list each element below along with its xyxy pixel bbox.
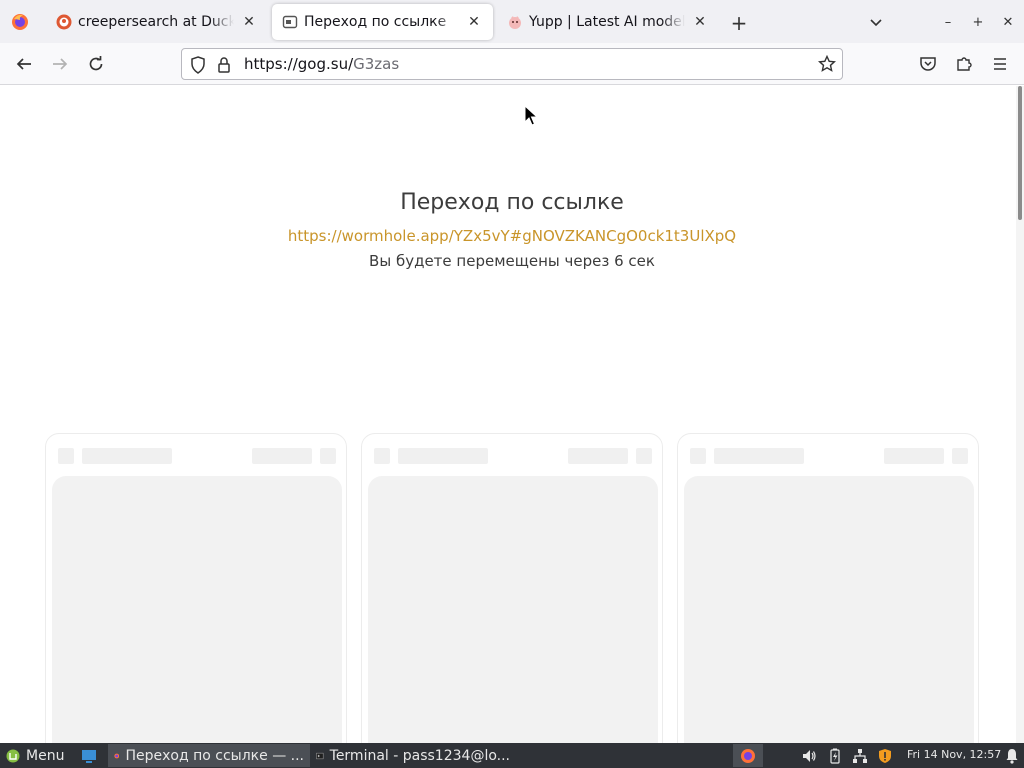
- plus-icon: +: [730, 11, 748, 35]
- lock-icon[interactable]: [217, 56, 231, 74]
- chevron-down-icon: [870, 19, 882, 27]
- skeleton-block: [320, 448, 336, 464]
- url-text[interactable]: https://gog.su/G3zas: [244, 55, 399, 73]
- skeleton-block: [636, 448, 652, 464]
- tracking-protection-icon[interactable]: [190, 56, 206, 74]
- skeleton-card: [361, 433, 663, 743]
- yupp-icon: [509, 16, 521, 29]
- bell-icon: [1006, 749, 1018, 764]
- tab-redirect[interactable]: Переход по ссылке ✕: [272, 4, 493, 40]
- url-host: https://gog.su/: [244, 55, 354, 73]
- redirect-link[interactable]: https://wormhole.app/YZx5vY#gNOVZKANCgO0…: [0, 227, 1016, 245]
- show-desktop-button[interactable]: [80, 747, 98, 765]
- page-icon: [282, 15, 298, 29]
- speaker-icon: [803, 750, 816, 762]
- taskbar-window-firefox[interactable]: Переход по ссылке — ...: [108, 744, 310, 767]
- maximize-icon: +: [972, 14, 984, 30]
- hamburger-menu-icon: [994, 58, 1006, 70]
- skeleton-block: [690, 448, 706, 464]
- firefox-icon: [12, 14, 28, 30]
- back-arrow-icon: [16, 58, 31, 70]
- start-menu-button[interactable]: Menu: [2, 745, 68, 766]
- skeleton-card: [677, 433, 979, 743]
- puzzle-icon: [957, 57, 972, 71]
- notifications-button[interactable]: [1003, 747, 1021, 765]
- page-title: Переход по ссылке: [400, 190, 624, 215]
- reload-icon: [89, 56, 103, 71]
- tab-title: creepersearch at DuckD: [78, 14, 234, 30]
- tab-title: Yupp | Latest AI models: [529, 14, 685, 30]
- tab-title: Переход по ссылке: [304, 14, 447, 30]
- address-bar[interactable]: https://gog.su/G3zas: [181, 48, 843, 80]
- tab-strip: creepersearch at DuckD ✕ Переход по ссыл…: [0, 0, 1024, 43]
- skeleton-block: [252, 448, 312, 464]
- tab-duckduckgo[interactable]: creepersearch at DuckD ✕: [46, 4, 268, 40]
- firefox-icon: [114, 753, 120, 758]
- app-menu-button[interactable]: [986, 50, 1014, 78]
- forward-arrow-icon: [53, 58, 68, 70]
- desktop-icon: [82, 750, 96, 763]
- skeleton-block: [374, 448, 390, 464]
- network-button[interactable]: [851, 747, 869, 765]
- terminal-icon: [316, 752, 324, 759]
- maximize-button[interactable]: +: [966, 10, 990, 34]
- back-button[interactable]: [10, 50, 38, 78]
- skeleton-block: [398, 448, 488, 464]
- skeleton-block: [58, 448, 74, 464]
- skeleton-block: [82, 448, 172, 464]
- new-tab-button[interactable]: +: [726, 10, 752, 36]
- minimize-button[interactable]: –: [936, 10, 960, 34]
- skeleton-block: [884, 448, 944, 464]
- firefox-icon: [741, 748, 755, 763]
- skeleton-image: [368, 476, 658, 743]
- clock[interactable]: Fri 14 Nov, 12:57: [907, 748, 1001, 761]
- skeleton-block: [714, 448, 804, 464]
- redirect-countdown: Вы будете перемещены через 6 сек: [369, 252, 655, 270]
- firefox-view-button[interactable]: [4, 6, 36, 38]
- close-icon: ✕: [1002, 14, 1014, 30]
- scrollbar-thumb[interactable]: [1018, 86, 1022, 220]
- skeleton-image: [684, 476, 974, 743]
- menu-label: Menu: [26, 747, 65, 764]
- taskbar-window-terminal[interactable]: Terminal - pass1234@lo...: [310, 744, 516, 767]
- pocket-icon: [920, 57, 936, 71]
- network-icon: [853, 749, 867, 763]
- shield-warning-icon: [879, 749, 891, 763]
- duckduckgo-icon: [56, 14, 72, 30]
- battery-icon: [830, 748, 840, 764]
- page-content: Переход по ссылке https://wormhole.app/Y…: [0, 86, 1016, 743]
- list-all-tabs-button[interactable]: [864, 10, 888, 34]
- skeleton-card: [45, 433, 347, 743]
- navigation-toolbar: https://gog.su/G3zas: [0, 43, 1024, 85]
- bookmark-star-icon[interactable]: [818, 55, 836, 73]
- close-tab-icon[interactable]: ✕: [465, 13, 483, 31]
- volume-button[interactable]: [800, 747, 818, 765]
- url-path: G3zas: [353, 55, 400, 73]
- page-scrollbar[interactable]: [1016, 86, 1024, 743]
- taskbar-window-label: Terminal - pass1234@lo...: [329, 747, 510, 764]
- taskbar: Menu Переход по ссылке — ... Terminal - …: [0, 743, 1024, 768]
- extensions-button[interactable]: [950, 50, 978, 78]
- close-tab-icon[interactable]: ✕: [691, 13, 709, 31]
- reload-button[interactable]: [82, 50, 110, 78]
- battery-button[interactable]: [826, 747, 844, 765]
- mouse-cursor-icon: [524, 105, 538, 126]
- tray-firefox[interactable]: [733, 744, 763, 767]
- tab-yupp[interactable]: Yupp | Latest AI models ✕: [497, 4, 719, 40]
- update-manager-button[interactable]: [876, 747, 894, 765]
- skeleton-block: [952, 448, 968, 464]
- close-tab-icon[interactable]: ✕: [240, 13, 258, 31]
- taskbar-window-label: Переход по ссылке — ...: [125, 747, 304, 764]
- skeleton-image: [52, 476, 342, 743]
- pocket-button[interactable]: [914, 50, 942, 78]
- close-window-button[interactable]: ✕: [996, 10, 1020, 34]
- forward-button[interactable]: [46, 50, 74, 78]
- mint-logo-icon: [6, 749, 20, 762]
- minimize-icon: –: [944, 14, 952, 30]
- skeleton-block: [568, 448, 628, 464]
